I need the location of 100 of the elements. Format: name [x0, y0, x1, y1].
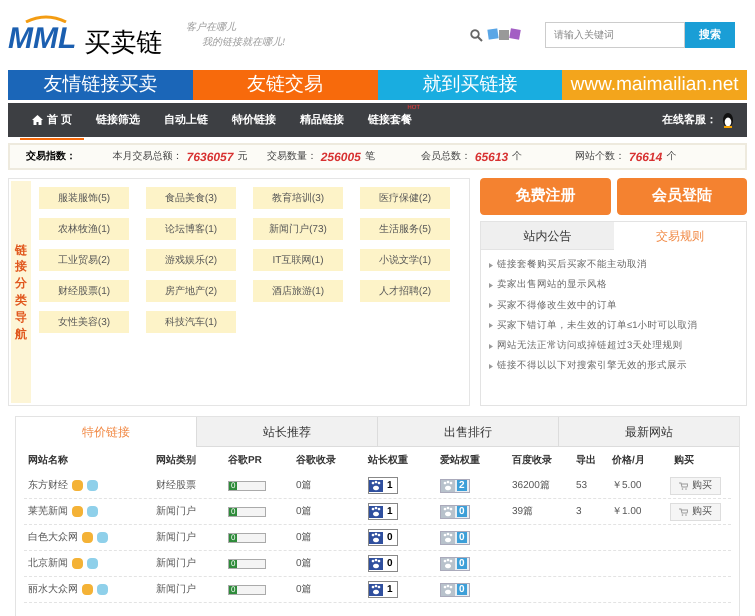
table-cell-text: 0篇 [295, 583, 313, 597]
site-link[interactable]: 莱芜新闻 [28, 504, 68, 519]
paw-icon [369, 584, 383, 596]
site-link[interactable]: 东方财经 [28, 478, 68, 493]
category-link[interactable]: 医疗保健(2) [360, 187, 450, 209]
tag-icon [87, 480, 98, 491]
stat-unit: 笔 [364, 150, 375, 164]
weight-badge: 2 [440, 478, 470, 492]
category-link[interactable]: 论坛博客(1) [146, 218, 236, 240]
table-cell-text: ￥1.00 [611, 505, 642, 519]
table-cell-text: 新闻门户 [155, 556, 197, 571]
category-link[interactable]: 房产地产(2) [146, 280, 236, 302]
stat-unit: 元 [237, 150, 248, 164]
site-link[interactable]: 丽水大众网 [28, 582, 78, 597]
table-cell-text: 新闻门户 [155, 530, 197, 545]
pr-bar: 0 [228, 506, 266, 516]
weight-badge: 1 [368, 477, 398, 494]
paw-icon [441, 532, 455, 544]
table-cell-text: 39篇 [511, 505, 534, 519]
category-title: 链接分类导航 [11, 181, 31, 403]
stat-value: 256005 [320, 148, 361, 166]
category-link[interactable]: IT互联网(1) [253, 249, 343, 271]
banner-segment: 就到买链接 [378, 70, 562, 100]
notice-link[interactable]: 链接套餐购买后买家不能主动取消 [497, 258, 647, 272]
pr-bar: 0 [228, 532, 266, 542]
paw-icon [369, 532, 383, 544]
category-link[interactable]: 食品美食(3) [146, 187, 236, 209]
category-link[interactable]: 新闻门户(73) [253, 218, 343, 240]
search-field[interactable]: 请输入关键词 [545, 22, 685, 48]
tag-icon [87, 558, 98, 569]
column-header: 价格/月 [610, 454, 646, 468]
listing-tab[interactable]: 出售排行 [377, 417, 558, 447]
listing-tab[interactable]: 最新网站 [558, 417, 739, 447]
tag-icon [97, 584, 108, 595]
nav-link[interactable]: 特价链接 [220, 112, 288, 138]
table-cell-text: 36200篇 [511, 479, 551, 493]
paw-icon [441, 558, 455, 570]
tag-icon [82, 532, 93, 543]
notice-link[interactable]: 卖家出售网站的显示风格 [497, 278, 607, 292]
notice-tab[interactable]: 站内公告 [481, 222, 614, 250]
category-link[interactable]: 教育培训(3) [253, 187, 343, 209]
paw-icon [369, 480, 383, 492]
column-header: 爱站权重 [439, 454, 481, 468]
tag-icon [72, 506, 83, 517]
category-link[interactable]: 服装服饰(5) [39, 187, 129, 209]
weight-badge: 1 [368, 503, 398, 520]
pr-bar: 0 [228, 558, 266, 568]
banner-segment: www.maimailian.net [562, 70, 747, 100]
column-header: 网站类别 [155, 454, 197, 468]
nav-link[interactable]: 链接筛选 [84, 112, 152, 138]
category-link[interactable]: 财经股票(1) [39, 280, 129, 302]
table-cell-text: 0篇 [295, 479, 313, 493]
bullet-icon [489, 323, 493, 328]
logo-name: 买卖链 [84, 29, 162, 55]
category-link[interactable]: 人才招聘(2) [360, 280, 450, 302]
category-link[interactable]: 农林牧渔(1) [39, 218, 129, 240]
weight-badge: 0 [440, 530, 470, 544]
stat-value: 76614 [628, 148, 662, 166]
cart-icon [679, 482, 688, 490]
tag-icon [97, 532, 108, 543]
logo-mark: MML [8, 23, 78, 55]
paw-icon [441, 506, 455, 518]
category-link[interactable]: 生活服务(5) [360, 218, 450, 240]
nav-link[interactable]: 精品链接 [288, 112, 356, 138]
category-link[interactable]: 游戏娱乐(2) [146, 249, 236, 271]
weight-badge: 0 [368, 529, 398, 546]
notice-link[interactable]: 链接不得以以下对搜索引擎无效的形式展示 [497, 359, 687, 374]
table-cell-text: 3 [575, 505, 583, 519]
buy-button[interactable]: 购买 [670, 476, 721, 494]
stat-value: 7636057 [186, 148, 234, 166]
weight-badge: 0 [368, 555, 398, 572]
category-link[interactable]: 科技汽车(1) [146, 311, 236, 333]
category-link[interactable]: 小说文学(1) [360, 249, 450, 271]
weight-badge: 0 [440, 504, 470, 518]
category-link[interactable]: 女性美容(3) [39, 311, 129, 333]
site-link[interactable]: 白色大众网 [28, 530, 78, 545]
category-link[interactable]: 酒店旅游(1) [253, 280, 343, 302]
site-link[interactable]: 北京新闻 [28, 556, 68, 571]
column-header: 导出 [575, 454, 597, 468]
paw-icon [441, 480, 455, 492]
table-cell-text: ￥5.00 [611, 479, 642, 493]
penguin-icon [721, 112, 735, 128]
table-cell-text: 新闻门户 [155, 582, 197, 597]
buy-button[interactable]: 购买 [670, 502, 721, 520]
nav-link[interactable]: 自动上链 [152, 112, 220, 138]
column-header: 百度收录 [511, 453, 553, 468]
nav-link[interactable]: 首 页 [20, 112, 84, 140]
banner-segment: 友链交易 [192, 70, 378, 100]
nav-link[interactable]: 链接套餐 [356, 112, 424, 138]
notice-link[interactable]: 买家不得修改生效中的订单 [497, 298, 617, 313]
stat-unit: 个 [512, 150, 522, 164]
column-header: 站长权重 [366, 454, 409, 468]
notice-link[interactable]: 买家下错订单，未生效的订单≤1小时可以取消 [497, 318, 698, 333]
notice-link[interactable]: 网站无法正常访问或掉链超过3天处理规则 [497, 339, 682, 354]
category-link[interactable]: 工业贸易(2) [39, 249, 129, 271]
table-cell-text: 53 [575, 479, 588, 493]
listing-tab[interactable]: 站长推荐 [196, 417, 377, 447]
paw-icon [369, 506, 383, 518]
tag-icon [72, 480, 83, 491]
column-header: 购买 [673, 454, 695, 468]
